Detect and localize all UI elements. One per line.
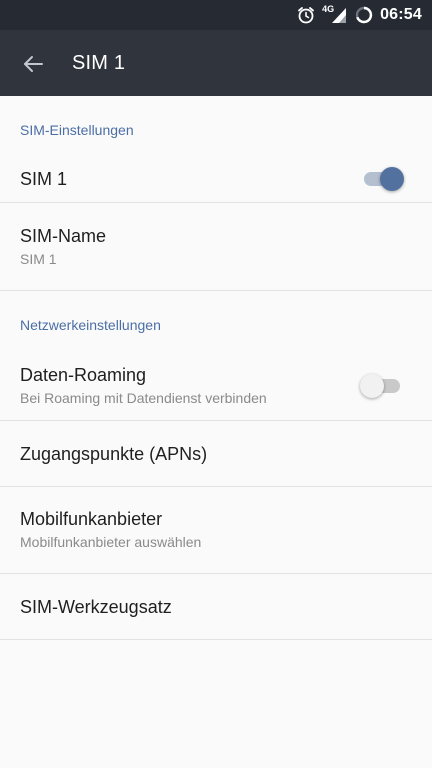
- sim-name-title: SIM-Name: [20, 225, 107, 246]
- section-header-network-settings: Netzwerkeinstellungen: [20, 317, 161, 333]
- status-time: 06:54: [380, 6, 422, 23]
- alarm-icon: [296, 5, 316, 25]
- sim-enable-item[interactable]: SIM 1: [0, 156, 432, 203]
- sim-name-summary: SIM 1: [20, 250, 57, 267]
- app-bar: SIM 1: [0, 30, 432, 96]
- data-roaming-title: Daten-Roaming: [20, 364, 147, 385]
- apn-title: Zugangspunkte (APNs): [20, 443, 208, 464]
- battery-icon: [354, 5, 374, 25]
- sim-enable-switch[interactable]: [362, 167, 404, 191]
- status-icons: 4G 06:54: [296, 0, 422, 30]
- carrier-item[interactable]: Mobilfunkanbieter Mobilfunkanbieter ausw…: [0, 487, 432, 574]
- switch-thumb: [380, 167, 404, 191]
- data-roaming-switch[interactable]: [360, 373, 402, 398]
- carrier-summary: Mobilfunkanbieter auswählen: [20, 534, 202, 550]
- apn-item[interactable]: Zugangspunkte (APNs): [0, 421, 432, 487]
- page-title: SIM 1: [72, 52, 126, 74]
- back-button[interactable]: [16, 47, 50, 81]
- carrier-title: Mobilfunkanbieter: [20, 509, 163, 529]
- switch-thumb: [360, 373, 384, 398]
- sim-enable-title: SIM 1: [20, 169, 68, 189]
- status-bar: 4G 06:54: [0, 0, 432, 30]
- section-header-sim-settings: SIM-Einstellungen: [20, 122, 134, 138]
- sim-toolkit-title: SIM-Werkzeugsatz: [20, 596, 172, 617]
- settings-list: SIM-Einstellungen SIM 1 SIM-Name SIM 1 N…: [0, 96, 432, 640]
- arrow-left-icon: [22, 53, 44, 75]
- sim-toolkit-item[interactable]: SIM-Werkzeugsatz: [0, 574, 432, 640]
- sim-name-item[interactable]: SIM-Name SIM 1: [0, 203, 432, 291]
- data-roaming-item[interactable]: Daten-Roaming Bei Roaming mit Datendiens…: [0, 351, 432, 421]
- signal-icon: 4G: [322, 4, 348, 25]
- data-roaming-summary: Bei Roaming mit Datendienst verbinden: [20, 389, 267, 406]
